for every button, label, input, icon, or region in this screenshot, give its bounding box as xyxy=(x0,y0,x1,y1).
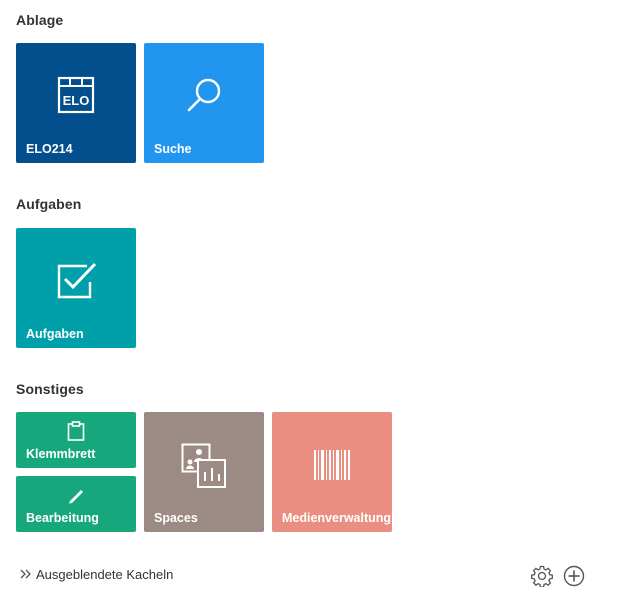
hidden-tiles-label: Ausgeblendete Kacheln xyxy=(36,567,174,582)
checkbox-icon xyxy=(56,260,98,305)
pencil-icon xyxy=(67,486,85,509)
section-title-ablage: Ablage xyxy=(16,12,64,28)
tile-suche[interactable]: Suche xyxy=(144,43,264,163)
gear-icon[interactable] xyxy=(531,565,553,592)
hidden-tiles-link[interactable]: Ausgeblendete Kacheln xyxy=(20,567,173,582)
section-title-aufgaben: Aufgaben xyxy=(16,196,82,212)
tile-bearbeitung[interactable]: Bearbeitung xyxy=(16,476,136,532)
section-title-sonstiges: Sonstiges xyxy=(16,381,84,397)
tile-label: Aufgaben xyxy=(26,327,84,341)
spaces-cards-icon xyxy=(181,443,227,494)
tile-klemmbrett[interactable]: Klemmbrett xyxy=(16,412,136,468)
tile-label: Bearbeitung xyxy=(26,511,99,525)
tile-medienverwaltung[interactable]: Medienverwaltung xyxy=(272,412,392,532)
tile-elo214[interactable]: ELO ELO214 xyxy=(16,43,136,163)
tile-label: Klemmbrett xyxy=(26,447,96,461)
search-icon xyxy=(185,76,223,119)
tile-spaces[interactable]: Spaces xyxy=(144,412,264,532)
tile-label: ELO214 xyxy=(26,142,73,156)
clipboard-icon xyxy=(67,421,85,446)
tile-label: Suche xyxy=(154,142,192,156)
tile-label: Medienverwaltung xyxy=(282,511,392,525)
tile-aufgaben[interactable]: Aufgaben xyxy=(16,228,136,348)
elo-archive-icon: ELO xyxy=(57,76,95,119)
add-circle-icon[interactable] xyxy=(563,565,585,592)
elo-logo-text: ELO xyxy=(63,93,90,108)
double-chevron-right-icon xyxy=(20,567,32,582)
barcode-icon xyxy=(314,450,350,485)
tile-label: Spaces xyxy=(154,511,198,525)
